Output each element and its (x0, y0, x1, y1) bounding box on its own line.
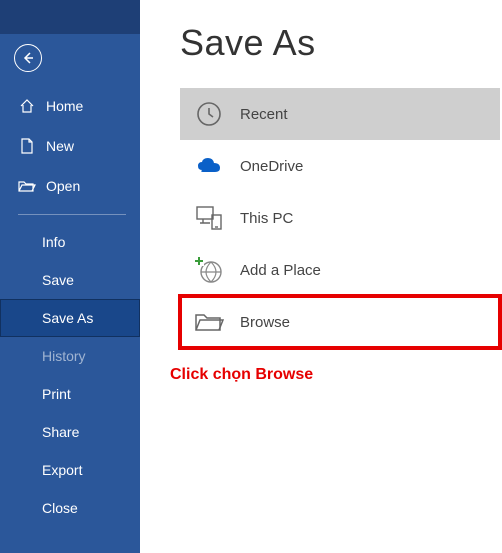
browse-folder-icon (192, 305, 226, 339)
nav-label: Export (42, 462, 82, 478)
nav-info[interactable]: Info (0, 223, 140, 261)
nav-print[interactable]: Print (0, 375, 140, 413)
loc-onedrive[interactable]: OneDrive (180, 140, 500, 192)
nav-label: Home (46, 98, 83, 114)
annotation-text: Click chọn Browse (170, 366, 502, 384)
nav-label: History (42, 348, 86, 364)
loc-add-place[interactable]: Add a Place (180, 244, 500, 296)
nav-history: History (0, 337, 140, 375)
loc-label: This PC (240, 210, 293, 227)
loc-label: Add a Place (240, 262, 321, 279)
nav-label: Open (46, 178, 80, 194)
nav-secondary: Info Save Save As History Print Share Ex… (0, 223, 140, 527)
backstage-sidebar: Home New Open Info Save (0, 0, 140, 553)
new-doc-icon (18, 137, 36, 155)
back-button[interactable] (14, 44, 42, 72)
loc-this-pc[interactable]: This PC (180, 192, 500, 244)
back-button-row (0, 34, 140, 86)
nav-label: Close (42, 500, 78, 516)
clock-icon (192, 97, 226, 131)
nav-export[interactable]: Export (0, 451, 140, 489)
nav-new[interactable]: New (0, 126, 140, 166)
nav-home[interactable]: Home (0, 86, 140, 126)
nav-label: Info (42, 234, 65, 250)
nav-share[interactable]: Share (0, 413, 140, 451)
title-bar-strip (0, 0, 140, 34)
open-folder-icon (18, 177, 36, 195)
pc-icon (192, 201, 226, 235)
loc-label: Browse (240, 314, 290, 331)
back-arrow-icon (21, 51, 35, 65)
app-root: Home New Open Info Save (0, 0, 502, 553)
add-place-icon (192, 253, 226, 287)
content-pane: Save As Recent OneDrive This PC (140, 0, 502, 553)
nav-close[interactable]: Close (0, 489, 140, 527)
nav-label: Save As (42, 310, 93, 326)
nav-save-as[interactable]: Save As (0, 299, 140, 337)
loc-label: Recent (240, 106, 288, 123)
nav-divider (18, 214, 126, 215)
nav-label: Share (42, 424, 79, 440)
nav-primary: Home New Open (0, 86, 140, 206)
loc-label: OneDrive (240, 158, 303, 175)
home-icon (18, 97, 36, 115)
loc-browse[interactable]: Browse (180, 296, 500, 348)
nav-label: Save (42, 272, 74, 288)
onedrive-icon (192, 149, 226, 183)
loc-recent[interactable]: Recent (180, 88, 500, 140)
page-title: Save As (180, 22, 502, 64)
nav-open[interactable]: Open (0, 166, 140, 206)
nav-label: Print (42, 386, 71, 402)
nav-label: New (46, 138, 74, 154)
location-list: Recent OneDrive This PC Add a Place (180, 88, 500, 348)
nav-save[interactable]: Save (0, 261, 140, 299)
